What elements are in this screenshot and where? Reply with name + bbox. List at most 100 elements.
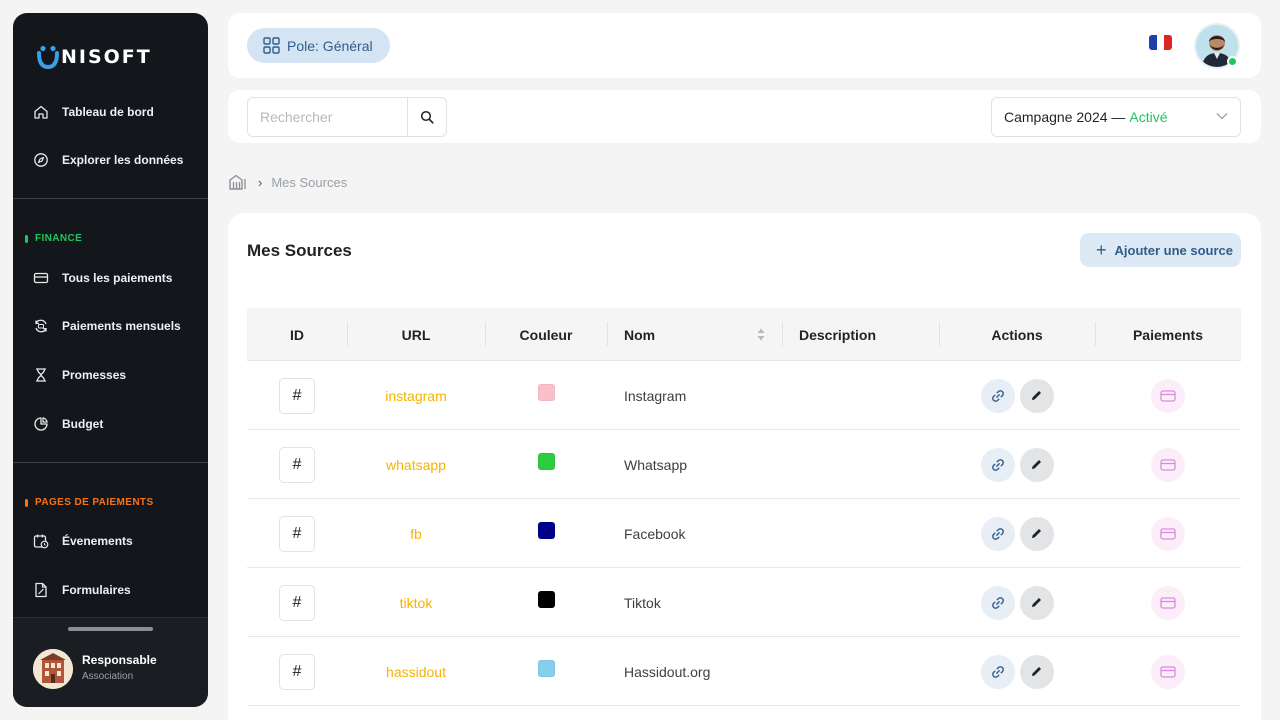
copy-link-button[interactable] [980, 447, 1015, 482]
search-icon [420, 110, 434, 124]
sidebar-item-label: Paiements mensuels [62, 319, 181, 333]
sidebar-item-budget[interactable]: Budget [13, 406, 208, 442]
id-button[interactable]: # [279, 515, 315, 552]
id-button[interactable]: # [279, 377, 315, 414]
pencil-icon [1032, 598, 1041, 607]
view-payments-button[interactable] [1151, 378, 1185, 413]
credit-card-icon [33, 272, 49, 284]
copy-link-button[interactable] [980, 585, 1015, 620]
user-name: Responsable [82, 653, 157, 667]
source-name: Whatsapp [624, 456, 688, 473]
cell-id: # [247, 499, 347, 568]
refresh-card-icon [35, 319, 47, 333]
sidebar-item-label: Promesses [62, 368, 127, 382]
drag-handle[interactable] [68, 627, 153, 631]
section-marker [25, 234, 28, 243]
cell-payments [1095, 637, 1241, 706]
copy-link-button[interactable] [980, 378, 1015, 413]
cell-name: Hassidout.org [624, 637, 782, 706]
column-header-name[interactable]: Nom [624, 308, 764, 361]
sidebar-item-all-payments[interactable]: Tous les paiements [13, 260, 208, 296]
copy-link-button[interactable] [980, 654, 1015, 689]
document-icon [35, 582, 47, 598]
building-home-icon[interactable] [229, 174, 247, 190]
edit-button[interactable] [1019, 516, 1054, 551]
building-icon [33, 649, 73, 689]
user-panel[interactable]: Responsable Association [13, 617, 208, 707]
cell-id: # [247, 568, 347, 637]
sidebar-item-label: Évenements [62, 534, 133, 548]
id-button[interactable]: # [279, 653, 315, 690]
home-icon [34, 105, 48, 119]
edit-button[interactable] [1019, 585, 1054, 620]
sidebar-divider [13, 462, 208, 463]
cell-actions [939, 499, 1095, 568]
hourglass-icon [35, 368, 47, 382]
edit-button[interactable] [1019, 654, 1054, 689]
view-payments-button[interactable] [1151, 585, 1185, 620]
source-url[interactable]: tiktok [400, 595, 433, 611]
color-swatch [537, 522, 555, 539]
column-header-payments[interactable]: Paiements [1095, 308, 1241, 361]
sidebar-item-forms[interactable]: Formulaires [13, 572, 208, 608]
source-name: Facebook [624, 525, 686, 542]
source-url[interactable]: fb [410, 526, 422, 542]
sidebar-item-explore[interactable]: Explorer les données [13, 142, 208, 178]
color-swatch [537, 591, 555, 608]
section-marker [25, 498, 28, 507]
column-divider [782, 322, 783, 346]
column-header-actions[interactable]: Actions [939, 308, 1095, 361]
sidebar-item-monthly-payments[interactable]: Paiements mensuels [13, 308, 208, 344]
cell-actions [939, 568, 1095, 637]
sidebar-item-dashboard[interactable]: Tableau de bord [13, 94, 208, 130]
source-url[interactable]: whatsapp [386, 457, 446, 473]
cell-color [485, 430, 607, 499]
campaign-select[interactable]: Campagne 2024 — Activé [991, 97, 1241, 137]
france-flag-icon[interactable] [1149, 35, 1172, 50]
online-status-dot [1227, 56, 1238, 67]
brand-logo[interactable]: NISOFT [37, 45, 152, 69]
search-button[interactable] [407, 97, 447, 137]
edit-button[interactable] [1019, 447, 1054, 482]
link-icon [991, 389, 1004, 402]
campaign-label: Campagne 2024 — [1004, 109, 1126, 125]
cell-actions [939, 361, 1095, 430]
cell-payments [1095, 430, 1241, 499]
chevron-down-icon [1216, 113, 1228, 120]
sidebar-item-promises[interactable]: Promesses [13, 357, 208, 393]
copy-link-button[interactable] [980, 516, 1015, 551]
cell-description [799, 637, 939, 706]
view-payments-button[interactable] [1151, 516, 1185, 551]
id-button[interactable]: # [279, 446, 315, 483]
view-payments-button[interactable] [1151, 654, 1185, 689]
section-label: FINANCE [35, 233, 83, 244]
pole-selector-button[interactable]: Pole: Général [247, 28, 390, 63]
source-url[interactable]: hassidout [386, 664, 446, 680]
column-header-url[interactable]: URL [347, 308, 485, 361]
cell-color [485, 361, 607, 430]
link-icon [991, 665, 1004, 678]
organization-avatar [33, 649, 73, 689]
cell-payments [1095, 568, 1241, 637]
view-payments-button[interactable] [1151, 447, 1185, 482]
column-header-id[interactable]: ID [247, 308, 347, 361]
pie-chart-icon [34, 417, 48, 431]
sort-icon[interactable] [756, 327, 766, 342]
calendar-clock-icon [33, 534, 49, 549]
add-source-button[interactable]: + Ajouter une source [1080, 233, 1241, 267]
id-button[interactable]: # [279, 584, 315, 621]
search-input[interactable] [247, 97, 408, 137]
compass-icon [34, 153, 48, 167]
cell-name: Tiktok [624, 568, 782, 637]
breadcrumb-current: Mes Sources [271, 174, 348, 190]
edit-button[interactable] [1019, 378, 1054, 413]
sidebar-item-events[interactable]: Évenements [13, 523, 208, 559]
source-url[interactable]: instagram [385, 388, 446, 404]
column-header-color[interactable]: Couleur [485, 308, 607, 361]
source-name: Tiktok [624, 594, 661, 611]
cell-name: Instagram [624, 361, 782, 430]
cell-color [485, 568, 607, 637]
cell-url: fb [347, 499, 485, 568]
column-header-description[interactable]: Description [799, 308, 939, 361]
sidebar-item-label: Explorer les données [62, 153, 184, 167]
